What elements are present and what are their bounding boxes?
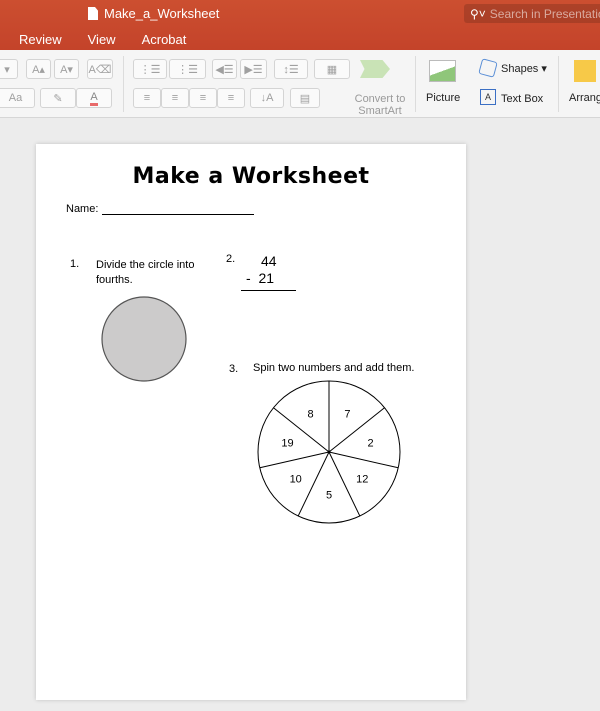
circle-shape[interactable] (101, 296, 187, 382)
bullets-icon[interactable]: ⋮☰ (133, 59, 167, 79)
convert-smartart-label[interactable]: Convert to SmartArt (348, 93, 412, 117)
arrange-icon[interactable] (574, 60, 596, 82)
name-label: Name: (66, 203, 99, 215)
divider (558, 56, 559, 112)
title-bar: Make_a_Worksheet ⚲˅ Search in Presentati… (0, 0, 600, 50)
textbox-label[interactable]: Text Box (501, 93, 543, 105)
align-center-icon[interactable]: ≡ (161, 88, 189, 108)
spinner-number: 10 (290, 474, 302, 486)
shapes-text: Shapes (501, 63, 539, 75)
document-title: Make_a_Worksheet (88, 6, 219, 21)
smartart-icon[interactable] (360, 60, 390, 78)
search-icon: ⚲˅ (470, 6, 486, 21)
convert-label-2: SmartArt (358, 105, 402, 117)
q1-text-line1: Divide the circle into (96, 259, 195, 271)
align-right-icon[interactable]: ≡ (189, 88, 217, 108)
divider (123, 56, 124, 112)
clear-formatting-icon[interactable]: A⌫ (87, 59, 113, 79)
spinner-center (327, 450, 331, 454)
spinner-number: 5 (326, 490, 332, 502)
q1-number: 1. (70, 258, 80, 270)
name-field: Name: (66, 203, 255, 215)
align-left-icon[interactable]: ≡ (133, 88, 161, 108)
q2-top-number: 44 (261, 253, 277, 269)
justify-icon[interactable]: ≡ (217, 88, 245, 108)
text-direction-icon[interactable]: ↓A (250, 88, 284, 108)
textbox-icon[interactable]: A (480, 89, 496, 105)
picture-label[interactable]: Picture (426, 92, 460, 104)
worksheet-title: Make a Worksheet (132, 164, 370, 189)
tab-view[interactable]: View (88, 30, 116, 49)
q1-text: Divide the circle into fourths. (96, 258, 194, 288)
q2-number: 2. (226, 253, 236, 265)
spinner[interactable]: 8 7 2 12 5 10 19 (256, 380, 402, 526)
font-color-icon[interactable]: A (76, 88, 112, 108)
spinner-number: 19 (281, 438, 293, 450)
q3-number: 3. (229, 363, 239, 375)
tab-acrobat[interactable]: Acrobat (142, 30, 187, 49)
highlight-icon[interactable]: ✎ (40, 88, 76, 108)
document-icon (88, 7, 98, 20)
align-text-icon[interactable]: ▤ (290, 88, 320, 108)
convert-label-1: Convert to (354, 93, 406, 105)
ribbon: ▾ A▴ A▾ A⌫ ⋮☰ ⋮☰ ◀☰ ▶☰ ↕☰ ▦ Aa ✎ A ≡ ≡ ≡… (0, 50, 600, 118)
q1-text-line2: fourths. (96, 274, 133, 286)
shapes-icon[interactable] (478, 58, 498, 78)
font-size-dropdown[interactable]: ▾ (0, 59, 18, 79)
increase-font-icon[interactable]: A▴ (26, 59, 51, 79)
q2-answer-line (241, 290, 296, 291)
spinner-number: 12 (356, 474, 368, 486)
tab-review[interactable]: Review (19, 30, 62, 49)
shapes-label[interactable]: Shapes ▾ (501, 63, 547, 75)
spinner-number: 2 (367, 438, 373, 450)
q2-bottom-number: - 21 (246, 270, 275, 286)
spinner-number: 8 (307, 409, 313, 421)
arrange-label[interactable]: Arrange (569, 92, 600, 104)
line-spacing-icon[interactable]: ↕☰ (274, 59, 308, 79)
search-input[interactable]: ⚲˅ Search in Presentation (464, 4, 600, 23)
name-blank-line (102, 203, 255, 215)
spinner-number: 7 (344, 409, 350, 421)
ribbon-tabs: Review View Acrobat (0, 30, 186, 49)
q1-circle[interactable] (100, 295, 188, 383)
change-case-icon[interactable]: Aa (0, 88, 35, 108)
document-title-text: Make_a_Worksheet (104, 6, 220, 21)
slide-page[interactable]: Make a Worksheet Name: 1. Divide the cir… (36, 144, 466, 700)
decrease-indent-icon[interactable]: ◀☰ (212, 59, 237, 79)
search-placeholder: Search in Presentation (489, 6, 600, 21)
decrease-font-icon[interactable]: A▾ (54, 59, 79, 79)
q3-text: Spin two numbers and add them. (253, 362, 415, 374)
picture-icon[interactable] (429, 60, 456, 82)
numbering-icon[interactable]: ⋮☰ (169, 59, 206, 79)
divider (415, 56, 416, 112)
increase-indent-icon[interactable]: ▶☰ (240, 59, 267, 79)
columns-icon[interactable]: ▦ (314, 59, 350, 79)
